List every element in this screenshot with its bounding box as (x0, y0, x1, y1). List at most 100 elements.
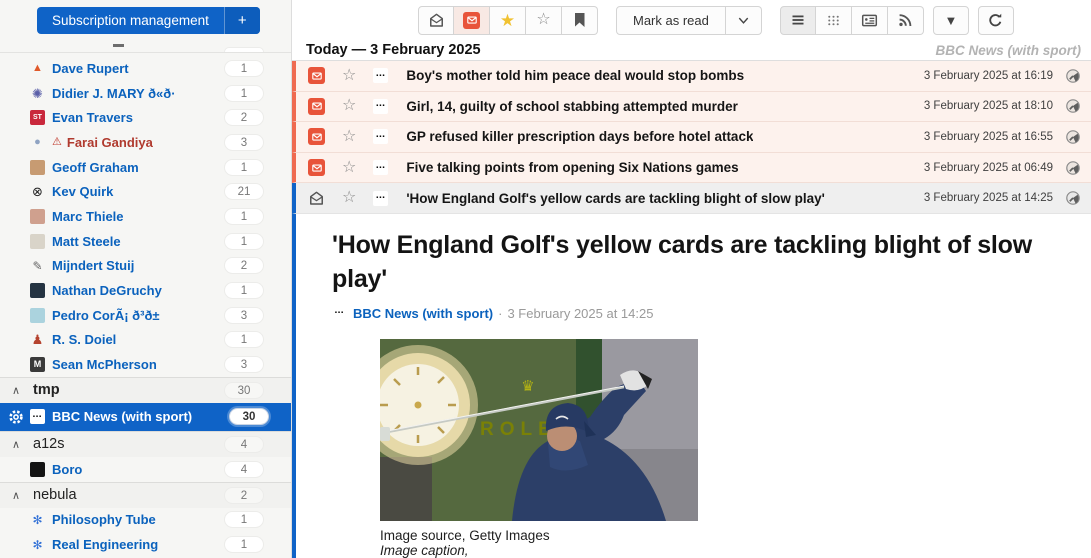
unread-count-badge: 1 (224, 60, 264, 77)
main-panel: ★ ☆ Mark as read (292, 0, 1091, 558)
sidebar-feed-rs-doiel[interactable]: ♟ R. S. Doiel 1 (0, 328, 291, 353)
show-all-read-filter-button[interactable] (418, 6, 454, 35)
collapse-chevron-icon[interactable]: ∧ (12, 489, 33, 502)
toolbar: ★ ☆ Mark as read (292, 0, 1091, 40)
unread-count-badge: 3 (224, 134, 264, 151)
feed-name: Geoff Graham (52, 160, 139, 175)
rss-view-button[interactable] (888, 6, 924, 35)
article-figure: ♛ ROLEX Image source, Getty Images (380, 339, 698, 558)
refresh-button[interactable] (978, 6, 1014, 35)
reader-view-button[interactable] (852, 6, 888, 35)
add-subscription-button[interactable]: + (224, 7, 260, 34)
toggle-favourite-button[interactable]: ☆ (526, 6, 562, 35)
article-row-2[interactable]: ☆ ▪▪▪ Girl, 14, guilty of school stabbin… (292, 92, 1091, 123)
sidebar-feed-farai-gandiya[interactable]: ● ⚠ Farai Gandiya 3 (0, 130, 291, 155)
sidebar-feed-bbc-news-selected[interactable]: ▪▪▪ BBC News (with sport) 30 (0, 403, 291, 431)
sidebar-feed-matt-steele[interactable]: Matt Steele 1 (0, 229, 291, 254)
star-outline-icon[interactable]: ☆ (342, 129, 356, 145)
collapse-chevron-icon[interactable]: ∧ (12, 384, 33, 397)
category-feeds-a12s: Boro 4 (0, 457, 291, 482)
sidebar-feed-geoff-graham[interactable]: Geoff Graham 1 (0, 155, 291, 180)
sidebar-feed-pedro-cora[interactable]: Pedro CorÃ¡ ð³ð± 3 (0, 303, 291, 328)
sidebar-feed-real-engineering[interactable]: ✻ Real Engineering 1 (0, 532, 291, 557)
tag-icon[interactable] (1065, 98, 1081, 114)
category-row-tmp[interactable]: ∧ tmp 30 (0, 377, 291, 403)
sidebar-feed-didier-mary[interactable]: ✺ Didier J. MARY ð«ð· 1 (0, 81, 291, 106)
sidebar-feed-philosophy-tube[interactable]: ✻ Philosophy Tube 1 (0, 508, 291, 533)
sidebar-feed-dave-rupert[interactable]: ▲ Dave Rupert 1 (0, 56, 291, 81)
mark-as-read-button[interactable]: Mark as read (616, 6, 726, 35)
article-row-title[interactable]: Five talking points from opening Six Nat… (406, 160, 738, 175)
sidebar-feed-evan-travers[interactable]: ST Evan Travers 2 (0, 105, 291, 130)
sidebar: Subscription management + ▲ Dave Rupert … (0, 0, 292, 558)
grid-view-button[interactable] (816, 6, 852, 35)
feed-favicon-icon: ST (30, 110, 45, 125)
feed-name: Philosophy Tube (52, 512, 156, 527)
nebula-favicon-icon: ✻ (30, 512, 45, 527)
star-outline-icon[interactable]: ☆ (342, 98, 356, 114)
sidebar-feed-nathan-degruchy[interactable]: Nathan DeGruchy 1 (0, 278, 291, 303)
app-window: Subscription management + ▲ Dave Rupert … (0, 0, 1091, 558)
star-outline-icon[interactable]: ☆ (342, 190, 356, 206)
tag-icon[interactable] (1065, 68, 1081, 84)
show-unread-filter-button[interactable] (454, 6, 490, 35)
show-favourites-filter-button[interactable]: ★ (490, 6, 526, 35)
sidebar-feed-kev-quirk[interactable]: ⊗ Kev Quirk 21 (0, 179, 291, 204)
article-row-4[interactable]: ☆ ▪▪▪ Five talking points from opening S… (292, 153, 1091, 184)
category-count-badge: 4 (224, 436, 264, 453)
article-meta: ▪▪▪ BBC News (with sport) · 3 February 2… (332, 306, 1051, 321)
category-row-nebula[interactable]: ∧ nebula 2 (0, 482, 291, 508)
read-open-envelope-icon[interactable] (308, 190, 325, 207)
category-row-a12s[interactable]: ∧ a12s 4 (0, 431, 291, 457)
clipped-text-fragment (113, 44, 124, 47)
mark-as-read-group: Mark as read (616, 6, 762, 35)
mark-as-read-dropdown-button[interactable] (726, 6, 762, 35)
unread-count-badge: 30 (229, 408, 269, 425)
avatar-favicon-icon (30, 283, 45, 298)
bbc-favicon-icon: ▪▪▪ (373, 160, 388, 175)
actions-dropdown-button[interactable]: ▼ (933, 6, 969, 35)
unread-envelope-icon[interactable] (308, 128, 325, 145)
unread-envelope-icon[interactable] (308, 67, 325, 84)
article-feed-link[interactable]: BBC News (with sport) (353, 306, 493, 321)
unread-count-badge: 3 (224, 356, 264, 373)
pen-favicon-icon: ✎ (30, 258, 45, 273)
feed-error-warning-icon: ⚠ (52, 137, 62, 148)
closed-envelope-icon (463, 12, 480, 29)
star-outline-icon[interactable]: ☆ (342, 68, 356, 84)
unread-count-badge: 1 (224, 208, 264, 225)
subscription-management-button[interactable]: Subscription management + (37, 7, 260, 34)
tag-icon[interactable] (1065, 190, 1081, 206)
sidebar-feed-boro[interactable]: Boro 4 (0, 457, 291, 482)
feed-name: Real Engineering (52, 537, 158, 552)
article-row-title[interactable]: GP refused killer prescription days befo… (406, 129, 753, 144)
bookmark-button[interactable] (562, 6, 598, 35)
article-row-title[interactable]: Boy's mother told him peace deal would s… (406, 68, 744, 83)
star-outline-icon[interactable]: ☆ (342, 160, 356, 176)
sidebar-feed-marc-thiele[interactable]: Marc Thiele 1 (0, 204, 291, 229)
sidebar-feed-sean-mcpherson[interactable]: M Sean McPherson 3 (0, 352, 291, 377)
list-view-button[interactable] (780, 6, 816, 35)
article-row-title[interactable]: 'How England Golf's yellow cards are tac… (406, 191, 824, 206)
meta-separator: · (498, 306, 502, 321)
tag-icon[interactable] (1065, 129, 1081, 145)
collapse-chevron-icon[interactable]: ∧ (12, 438, 33, 451)
sidebar-feed-mijndert-stuij[interactable]: ✎ Mijndert Stuij 2 (0, 254, 291, 279)
feed-name: Boro (52, 462, 82, 477)
article-row-title[interactable]: Girl, 14, guilty of school stabbing atte… (406, 99, 738, 114)
avatar-favicon-icon (30, 308, 45, 323)
article-row-5-selected[interactable]: ☆ ▪▪▪ 'How England Golf's yellow cards a… (292, 183, 1091, 214)
unread-envelope-icon[interactable] (308, 98, 325, 115)
article-row-3[interactable]: ☆ ▪▪▪ GP refused killer prescription day… (292, 122, 1091, 153)
unread-envelope-icon[interactable] (308, 159, 325, 176)
gear-icon[interactable] (8, 409, 24, 425)
article-row-1[interactable]: ☆ ▪▪▪ Boy's mother told him peace deal w… (292, 61, 1091, 92)
feed-favicon-icon: ⊗ (30, 184, 45, 199)
image-caption-label: Image caption, (380, 543, 698, 558)
feed-name: Dave Rupert (52, 61, 129, 76)
refresh-icon (987, 12, 1004, 29)
unread-count-badge: 1 (224, 282, 264, 299)
tag-icon[interactable] (1065, 160, 1081, 176)
unread-count-badge: 1 (224, 536, 264, 553)
feed-favicon-icon: ▲ (30, 61, 45, 76)
